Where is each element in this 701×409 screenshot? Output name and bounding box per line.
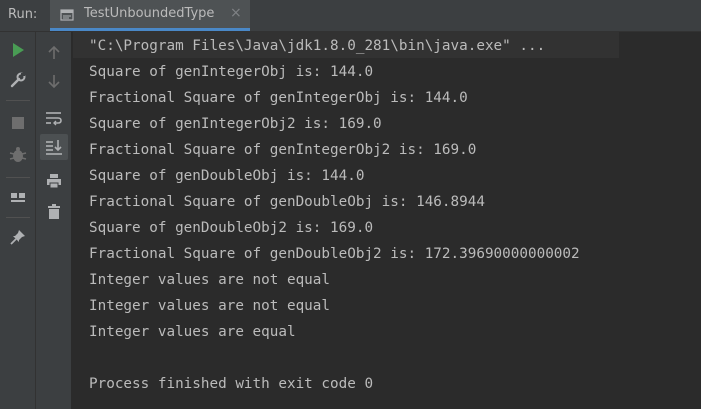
console-line: Square of genIntegerObj2 is: 169.0 (89, 116, 382, 132)
pin-icon[interactable] (5, 225, 31, 249)
scroll-to-end-icon[interactable] (40, 134, 68, 160)
run-toolbar-left (0, 32, 36, 409)
console-line: Fractional Square of genIntegerObj is: 1… (89, 90, 468, 106)
console-toolbar (36, 32, 72, 409)
settings-wrench-icon[interactable] (5, 68, 31, 92)
rerun-icon[interactable] (5, 38, 31, 62)
run-label: Run: (8, 7, 38, 22)
close-tab-icon[interactable]: × (230, 5, 242, 21)
toolbar-divider (6, 177, 30, 178)
console-line: Fractional Square of genDoubleObj2 is: 1… (89, 246, 580, 262)
console-command-line: "C:\Program Files\Java\jdk1.8.0_281\bin\… (89, 38, 546, 54)
down-arrow-icon[interactable] (41, 70, 67, 94)
console-line: Square of genDoubleObj is: 144.0 (89, 168, 365, 184)
toolbar-divider (6, 100, 30, 101)
toolbar-divider (6, 217, 30, 218)
tab-test-unbounded-type[interactable]: TestUnboundedType × (50, 0, 250, 31)
console-line: Integer values are equal (89, 324, 296, 340)
soft-wrap-icon[interactable] (41, 106, 67, 130)
console-output[interactable]: "C:\Program Files\Java\jdk1.8.0_281\bin\… (73, 32, 701, 409)
tab-title: TestUnboundedType (84, 6, 215, 21)
trash-icon[interactable] (41, 200, 67, 224)
print-icon[interactable] (41, 169, 67, 193)
stop-icon[interactable] (5, 111, 31, 135)
run-tab-bar: Run: TestUnboundedType × (0, 0, 701, 32)
layout-icon[interactable] (5, 185, 31, 209)
up-arrow-icon[interactable] (41, 40, 67, 64)
debug-bug-icon[interactable] (5, 143, 31, 167)
console-line: Integer values are not equal (89, 272, 331, 288)
console-line: Square of genIntegerObj is: 144.0 (89, 64, 374, 80)
console-window-icon (60, 7, 74, 21)
console-line: Fractional Square of genDoubleObj is: 14… (89, 194, 485, 210)
console-line: Integer values are not equal (89, 298, 331, 314)
console-exit-line: Process finished with exit code 0 (89, 376, 374, 392)
console-line: Square of genDoubleObj2 is: 169.0 (89, 220, 374, 236)
console-line: Fractional Square of genIntegerObj2 is: … (89, 142, 477, 158)
